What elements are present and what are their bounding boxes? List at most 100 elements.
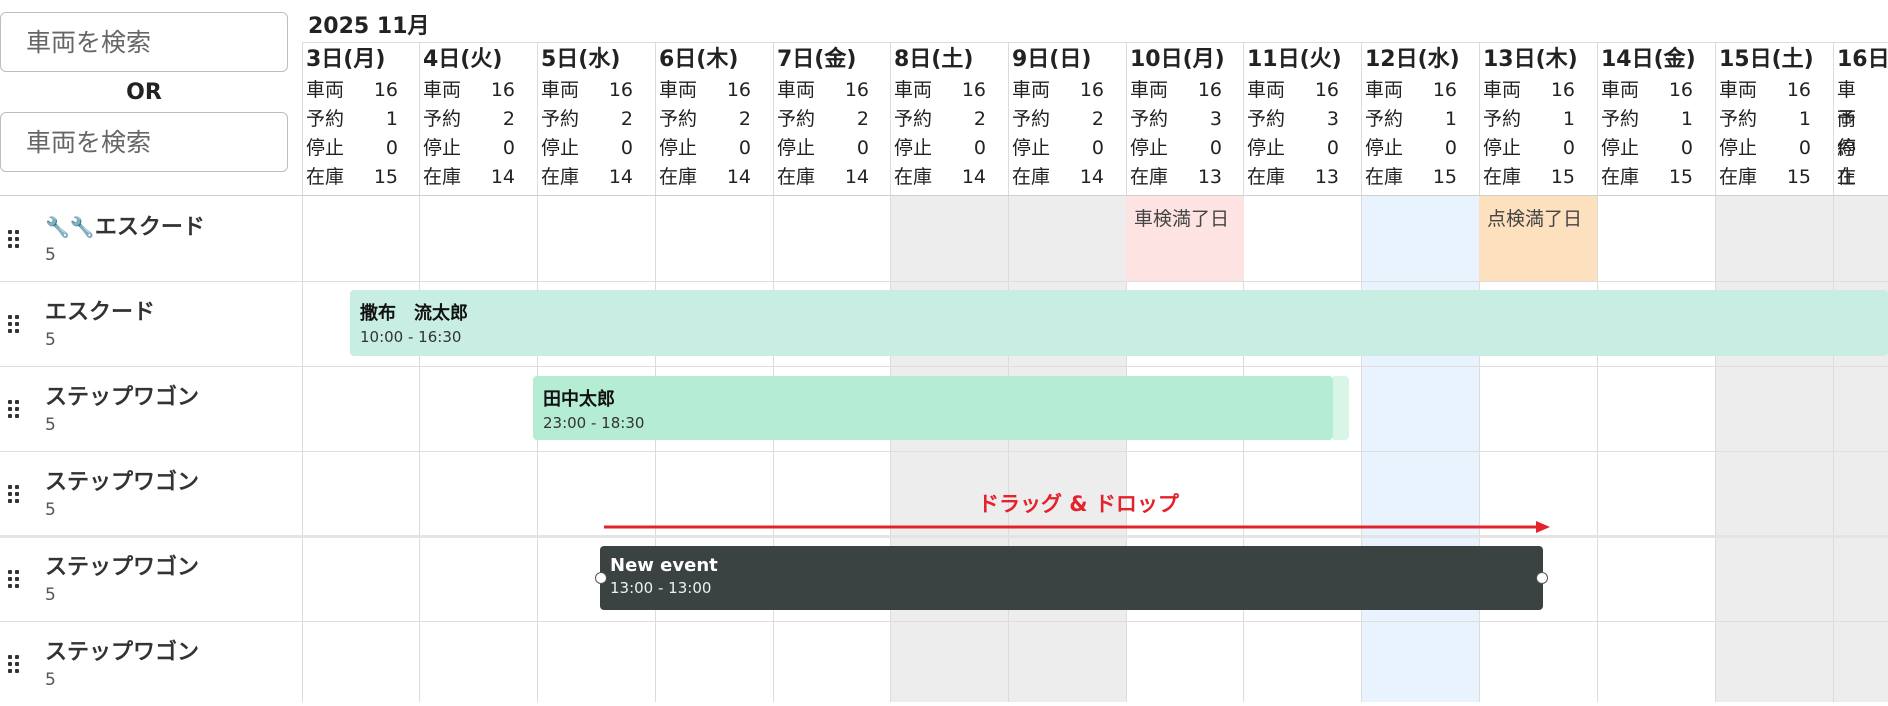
event-time: 10:00 - 16:30: [360, 328, 462, 346]
stat-value: 16: [1079, 79, 1104, 101]
stat-value: 0: [620, 137, 633, 159]
stat-row-stopped: 停止 0: [541, 134, 655, 163]
stat-row-vehicles: 車両 16: [1012, 76, 1126, 105]
stat-value: 16: [844, 79, 869, 101]
stat-label: 予約: [1365, 108, 1404, 130]
day-header: 13日(木) 車両 16 予約 1 停止 0 在庫 15: [1479, 44, 1597, 194]
stat-row-vehicles: 車両 16: [1601, 76, 1715, 105]
reservation-event[interactable]: 田中太郎 23:00 - 18:30: [533, 376, 1333, 440]
day-label: 14日(金): [1601, 47, 1696, 72]
day-header: 3日(月) 車両 16 予約 1 停止 0 在庫 15: [302, 44, 420, 194]
event-resize-preview: [1333, 376, 1349, 440]
stat-label: 予約: [894, 108, 933, 130]
drag-handle-icon[interactable]: [8, 485, 26, 503]
vehicle-search-input-1[interactable]: [0, 12, 288, 72]
stat-value: 16: [608, 79, 633, 101]
stat-row-vehicles: 車両 16: [1247, 76, 1361, 105]
vehicle-search-input-2[interactable]: [0, 112, 288, 172]
stat-value: 14: [608, 166, 633, 188]
stat-value: 3: [1326, 108, 1339, 130]
stat-row-reserved: 予約 2: [659, 105, 773, 134]
resize-handle-right[interactable]: [1536, 572, 1548, 584]
day-label: 9日(日): [1012, 47, 1092, 72]
stat-row-stopped: 停止 0: [1483, 134, 1597, 163]
vehicle-number: 5: [45, 585, 56, 605]
stat-label: 車両: [1601, 79, 1640, 101]
day-header: 15日(土) 車両 16 予約 1 停止 0 在庫 15: [1715, 44, 1833, 194]
stat-row-reserved: 予約 3: [1130, 105, 1244, 134]
vehicle-row: ステップワゴン 5: [0, 452, 300, 536]
stat-label: 停止: [1719, 137, 1758, 159]
stat-row-stock: 在庫 15: [1483, 163, 1597, 192]
stat-row-stopped: 停止 0: [1719, 134, 1833, 163]
day-header: 5日(水) 車両 16 予約 2 停止 0 在庫 14: [537, 44, 655, 194]
stat-label: 停止: [1130, 137, 1169, 159]
drag-handle-icon[interactable]: [8, 655, 26, 673]
stat-value: 1: [1680, 108, 1693, 130]
stat-label: 車両: [1130, 79, 1169, 101]
weekend-column-15: [1715, 196, 1833, 702]
day-label: 12日(水): [1365, 47, 1460, 72]
reservation-event[interactable]: 撒布 流太郎 10:00 - 16:30: [350, 290, 1888, 356]
vehicle-name: ステップワゴン: [45, 640, 200, 665]
stat-row-vehicles: 車両 16: [423, 76, 537, 105]
drag-handle-icon[interactable]: [8, 315, 26, 333]
stat-label: 在庫: [1012, 166, 1051, 188]
stat-label: 在庫: [423, 166, 462, 188]
inspection-expiry-badge[interactable]: 車検満了日: [1126, 196, 1244, 281]
stat-row-reserved: 予約 1: [1719, 105, 1833, 134]
stat-row-stock: 在庫 14: [423, 163, 537, 192]
or-label: OR: [126, 80, 162, 105]
stat-label: 予約: [541, 108, 580, 130]
day-header: 6日(木) 車両 16 予約 2 停止 0 在庫 14: [655, 44, 773, 194]
stat-row-stopped: 停止 0: [894, 134, 1008, 163]
vehicle-name: エスクード: [45, 300, 156, 325]
stat-row-stock: 在庫 13: [1130, 163, 1244, 192]
stat-value: 0: [502, 137, 515, 159]
stat-value: 0: [738, 137, 751, 159]
day-label: 3日(月): [306, 47, 386, 72]
month-label: 2025 11月: [308, 14, 430, 39]
stat-label: 停止: [306, 137, 345, 159]
stat-value: 16: [961, 79, 986, 101]
stat-label: 停止: [423, 137, 462, 159]
drag-drop-annotation-label: ドラッグ & ドロップ: [978, 492, 1179, 516]
stat-row-stock: 在庫 13: [1247, 163, 1361, 192]
stat-label: 車両: [777, 79, 816, 101]
stat-row-reserved: 予約 1: [1365, 105, 1479, 134]
new-event[interactable]: New event 13:00 - 13:00: [595, 546, 1548, 610]
stat-row-stock: 在庫 15: [1719, 163, 1833, 192]
stat-label: 車両: [1247, 79, 1286, 101]
stat-row-stock: 在庫 15: [306, 163, 420, 192]
header-bottom-border: [0, 195, 1888, 196]
maintenance-expiry-badge[interactable]: 点検満了日: [1479, 196, 1597, 281]
stat-value: 14: [1079, 166, 1104, 188]
stat-value: 15: [1550, 166, 1575, 188]
drag-handle-icon[interactable]: [8, 230, 26, 248]
stat-row-stopped: 停止 0: [423, 134, 537, 163]
stat-value: 16: [1786, 79, 1811, 101]
resize-handle-left[interactable]: [595, 572, 607, 584]
vehicle-number: 5: [45, 415, 56, 435]
stat-row-vehicles: 車両: [1837, 76, 1888, 130]
stat-row-stopped: 停止 0: [1012, 134, 1126, 163]
weekend-column-9: [1008, 196, 1126, 702]
stat-row-vehicles: 車両 16: [1365, 76, 1479, 105]
stat-value: 0: [385, 137, 398, 159]
stat-row-stopped: 停止 0: [1247, 134, 1361, 163]
stat-row-reserved: 予約 2: [1012, 105, 1126, 134]
stat-row-vehicles: 車両 16: [1719, 76, 1833, 105]
stat-label: 停止: [541, 137, 580, 159]
stat-value: 0: [1798, 137, 1811, 159]
stat-row-reserved: 予約 3: [1247, 105, 1361, 134]
stat-value: 16: [490, 79, 515, 101]
drag-handle-icon[interactable]: [8, 400, 26, 418]
stat-label: 予約: [1012, 108, 1051, 130]
stat-label: 車両: [1012, 79, 1051, 101]
vehicle-number: 5: [45, 670, 56, 690]
stat-label: 予約: [659, 108, 698, 130]
stat-row-vehicles: 車両 16: [1483, 76, 1597, 105]
event-title: 撒布 流太郎: [360, 303, 468, 324]
event-time: 23:00 - 18:30: [543, 414, 645, 432]
drag-handle-icon[interactable]: [8, 570, 26, 588]
